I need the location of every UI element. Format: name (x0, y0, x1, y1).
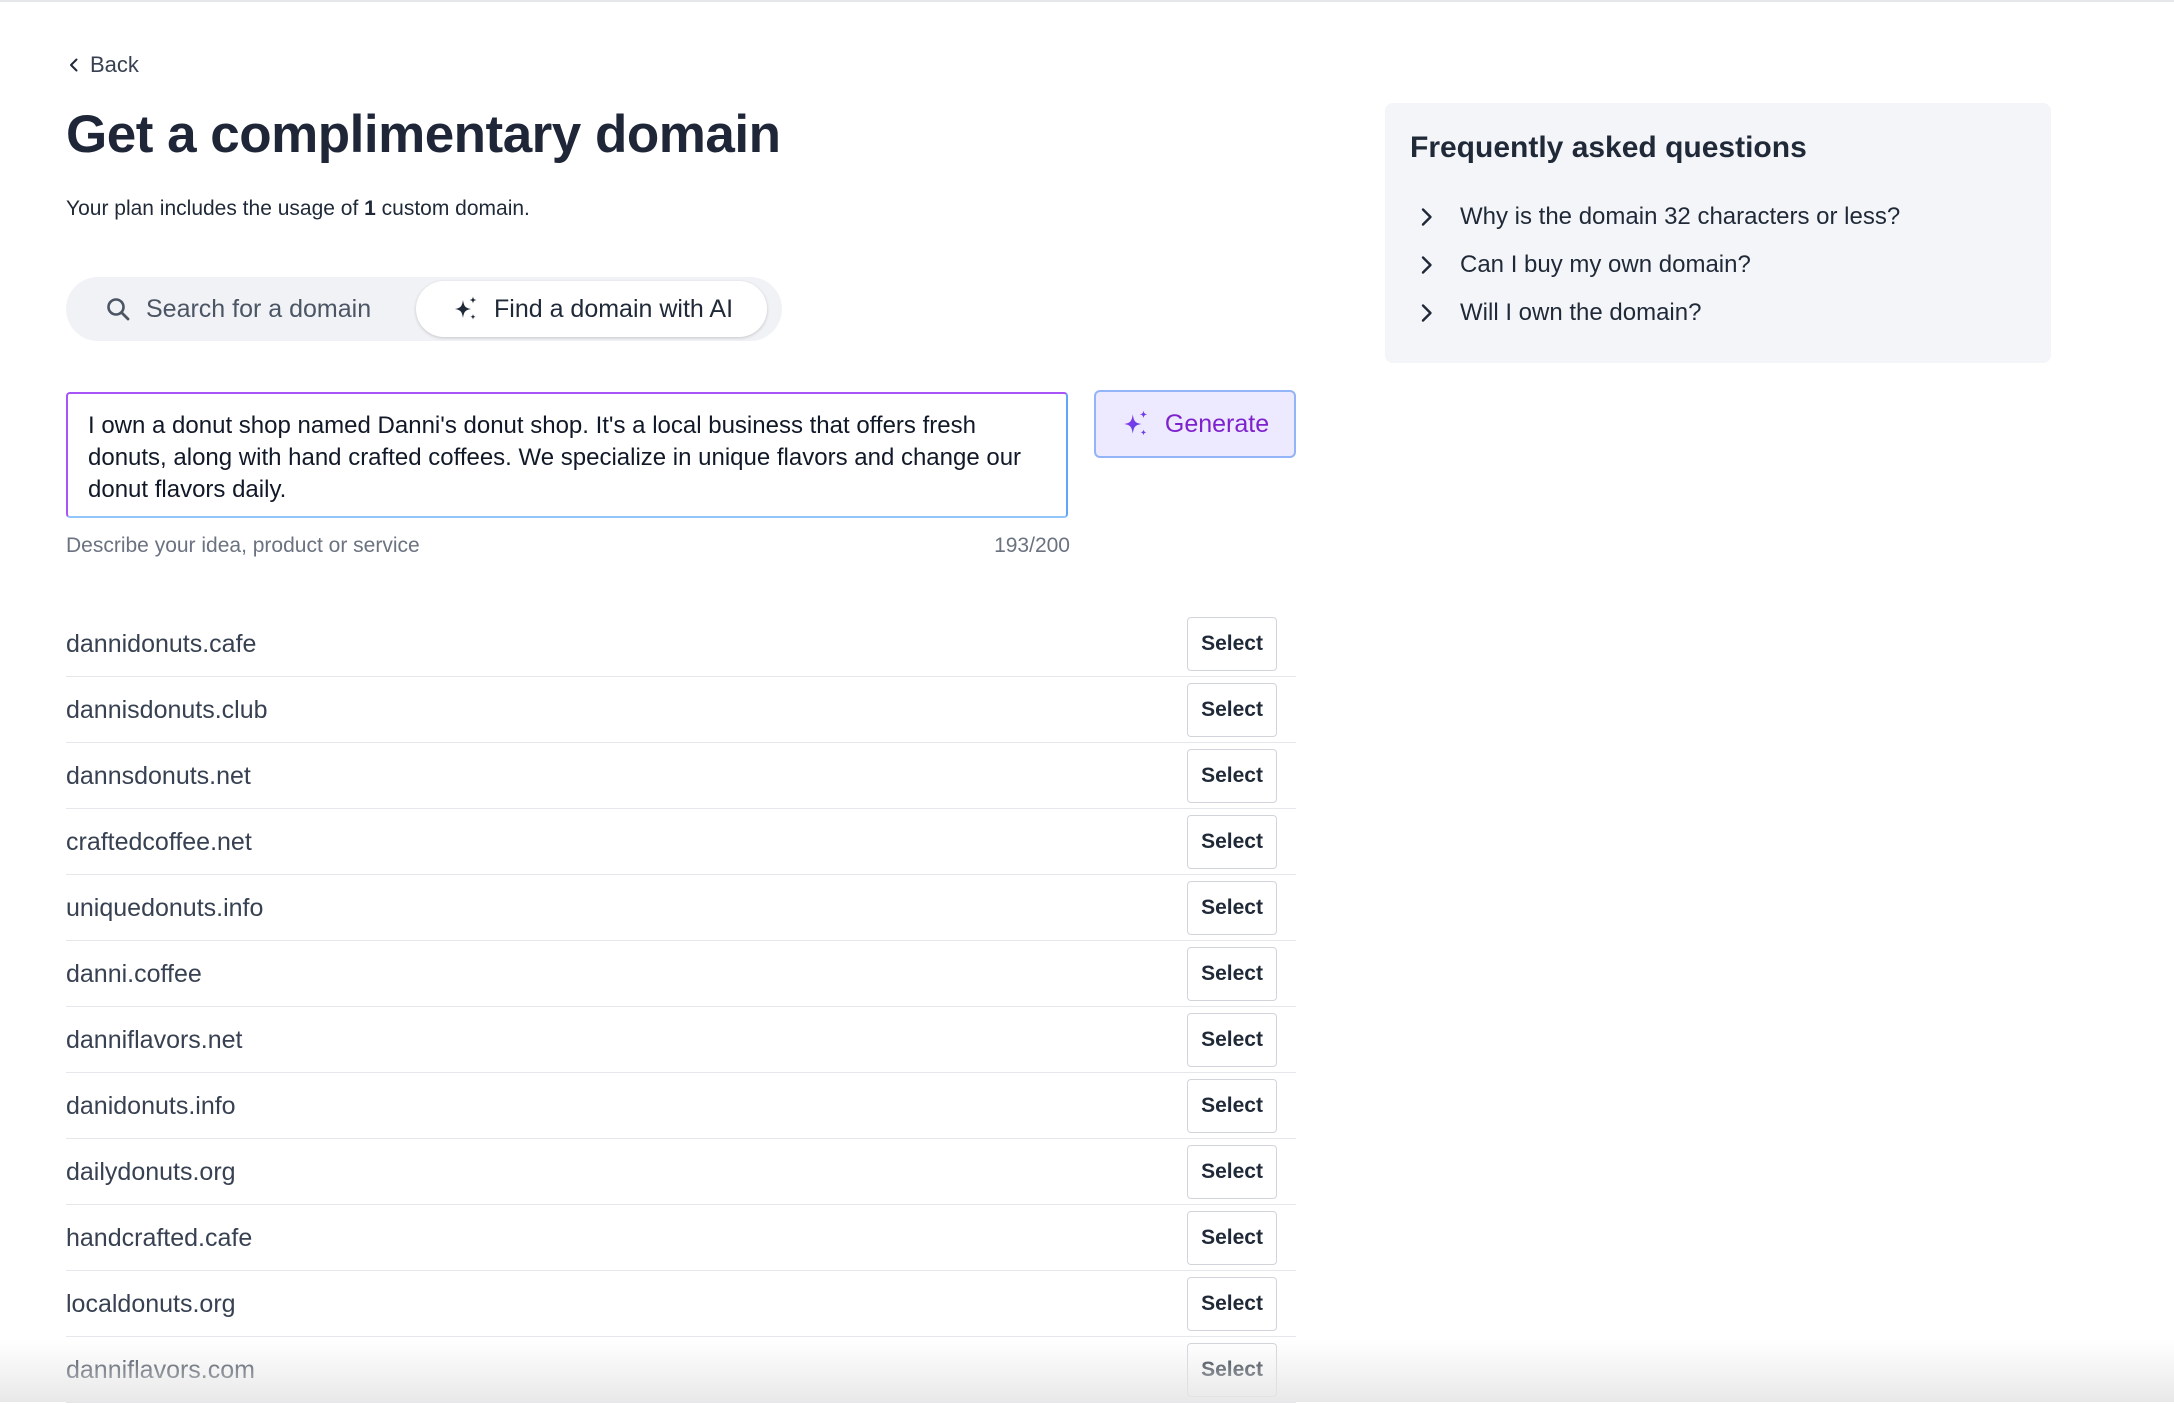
domain-result-row: dailydonuts.org Select (66, 1140, 1296, 1205)
select-domain-button[interactable]: Select (1187, 947, 1277, 1001)
select-domain-button[interactable]: Select (1187, 1145, 1277, 1199)
generate-button[interactable]: Generate (1094, 390, 1296, 458)
page-title: Get a complimentary domain (66, 105, 781, 164)
faq-item[interactable]: Will I own the domain? (1410, 289, 2026, 337)
domain-name: dailydonuts.org (66, 1157, 236, 1186)
search-icon (107, 298, 130, 321)
plan-usage-prefix: Your plan includes the usage of (66, 197, 365, 220)
domain-name: uniquedonuts.info (66, 893, 264, 922)
domain-name: localdonuts.org (66, 1289, 236, 1318)
select-domain-button[interactable]: Select (1187, 1343, 1277, 1397)
domain-result-row: danniflavors.net Select (66, 1008, 1296, 1073)
character-counter: 193/200 (994, 534, 1070, 557)
domain-name: craftedcoffee.net (66, 827, 252, 856)
domain-result-row: craftedcoffee.net Select (66, 810, 1296, 875)
domain-result-row: dannisdonuts.club Select (66, 678, 1296, 743)
domain-result-row: handcrafted.cafe Select (66, 1206, 1296, 1271)
domain-result-row: localdonuts.org Select (66, 1272, 1296, 1337)
domain-result-row: uniquedonuts.info Select (66, 876, 1296, 941)
domain-name: dannisdonuts.club (66, 695, 268, 724)
sparkle-icon (455, 296, 477, 320)
faq-title: Frequently asked questions (1410, 131, 1807, 164)
plan-usage-suffix: custom domain. (375, 197, 530, 220)
select-domain-button[interactable]: Select (1187, 815, 1277, 869)
domain-result-row: danni.coffee Select (66, 942, 1296, 1007)
domain-name: danniflavors.net (66, 1025, 243, 1054)
tab-search-domain[interactable]: Search for a domain (66, 281, 404, 337)
domain-result-row: danidonuts.info Select (66, 1074, 1296, 1139)
faq-panel: Frequently asked questions Why is the do… (1385, 103, 2051, 363)
top-divider (0, 0, 2174, 2)
select-domain-button[interactable]: Select (1187, 1211, 1277, 1265)
domain-name: dannsdonuts.net (66, 761, 251, 790)
chevron-right-icon (1421, 256, 1432, 274)
domain-result-row: dannidonuts.cafe Select (66, 612, 1296, 677)
select-domain-button[interactable]: Select (1187, 1013, 1277, 1067)
back-label: Back (90, 52, 139, 77)
domain-name: danidonuts.info (66, 1091, 236, 1120)
chevron-right-icon (1421, 208, 1432, 226)
chevron-right-icon (1421, 304, 1432, 322)
tab-ai-label: Find a domain with AI (494, 294, 734, 323)
tab-search-label: Search for a domain (146, 294, 372, 323)
faq-question: Can I buy my own domain? (1460, 251, 1751, 278)
generate-label: Generate (1164, 409, 1270, 438)
domain-result-row: dannsdonuts.net Select (66, 744, 1296, 809)
faq-item[interactable]: Why is the domain 32 characters or less? (1410, 193, 2026, 241)
select-domain-button[interactable]: Select (1187, 1277, 1277, 1331)
idea-description-textarea[interactable]: I own a donut shop named Danni's donut s… (66, 392, 1068, 518)
domain-name: danni.coffee (66, 959, 202, 988)
tab-find-with-ai[interactable]: Find a domain with AI (416, 281, 768, 337)
domain-results-list: dannidonuts.cafe Select dannisdonuts.club S… (66, 612, 1296, 1404)
back-link[interactable]: Back (66, 52, 139, 78)
domain-mode-tabs: Search for a domain Find a domain with A… (66, 277, 782, 341)
select-domain-button[interactable]: Select (1187, 617, 1277, 671)
chevron-left-icon (70, 58, 78, 72)
domain-name: danniflavors.com (66, 1355, 255, 1384)
faq-question: Why is the domain 32 characters or less? (1460, 203, 1901, 230)
sparkle-icon (1124, 410, 1148, 436)
select-domain-button[interactable]: Select (1187, 1079, 1277, 1133)
plan-usage-count: 1 (364, 197, 376, 220)
domain-name: handcrafted.cafe (66, 1223, 253, 1252)
select-domain-button[interactable]: Select (1187, 749, 1277, 803)
select-domain-button[interactable]: Select (1187, 683, 1277, 737)
select-domain-button[interactable]: Select (1187, 881, 1277, 935)
faq-item[interactable]: Can I buy my own domain? (1410, 241, 2026, 289)
domain-result-row: danniflavors.com Select (66, 1338, 1296, 1403)
plan-usage-text: Your plan includes the usage of 1 custom… (66, 197, 530, 221)
domain-name: dannidonuts.cafe (66, 629, 257, 658)
faq-question: Will I own the domain? (1460, 299, 1702, 326)
